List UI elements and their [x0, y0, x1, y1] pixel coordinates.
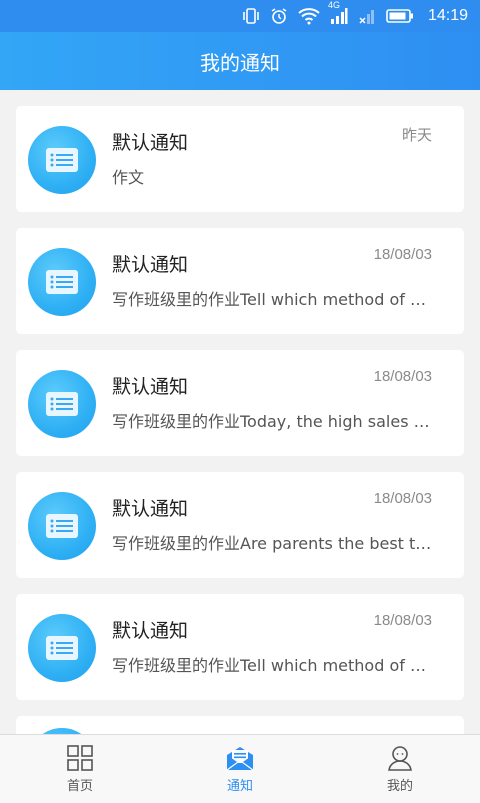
notification-time: 18/08/03: [373, 490, 432, 507]
notification-icon: [28, 126, 96, 194]
nav-mine[interactable]: 我的: [320, 735, 480, 803]
notification-title: 默认通知: [112, 376, 189, 398]
notification-item[interactable]: 默认通知 昨天 作文: [16, 106, 464, 212]
nav-mine-label: 我的: [386, 779, 413, 794]
notification-time: 18/08/03: [373, 246, 432, 263]
alarm-icon: [270, 6, 288, 26]
notification-preview: 作文: [112, 168, 145, 187]
notification-title: 默认通知: [112, 498, 189, 520]
signal-x-icon: [358, 6, 376, 26]
battery-icon: [386, 6, 414, 26]
nav-home[interactable]: 首页: [0, 735, 160, 803]
notification-item[interactable]: 默认通知 18/08/03 写作班级里的作业Are parents the be…: [16, 472, 464, 578]
notification-preview: 写作班级里的作业Are parents the best t…: [112, 534, 432, 553]
notification-icon: [28, 614, 96, 682]
notification-title: 默认通知: [112, 132, 189, 154]
page-title: 我的通知: [200, 50, 280, 75]
notification-item[interactable]: 默认通知 18/08/03 写作班级里的作业Today, the high sa…: [16, 350, 464, 456]
notification-item[interactable]: 默认通知 18/08/03 写作班级里的作业Tell which method …: [16, 594, 464, 700]
mail-icon: [226, 747, 254, 771]
notification-preview: 写作班级里的作业Tell which method of …: [112, 656, 426, 675]
notification-item[interactable]: 默认通知 18/08/03 写作班级里的作业Tell which method …: [16, 228, 464, 334]
nav-notifications-label: 通知: [226, 779, 253, 794]
user-icon: [388, 746, 412, 771]
wifi-icon: [298, 6, 320, 26]
notification-time: 18/08/03: [373, 612, 432, 629]
notification-icon: [28, 492, 96, 560]
bottom-nav: 首页 通知 我的: [0, 734, 480, 803]
notification-list[interactable]: 默认通知 昨天 作文 默认通知 18/08/03 写作班级里的作业Tell wh…: [16, 106, 464, 756]
notification-title: 默认通知: [112, 254, 189, 276]
nav-home-label: 首页: [66, 779, 93, 794]
grid-icon: [67, 745, 93, 771]
notification-icon: [28, 248, 96, 316]
notification-preview: 写作班级里的作业Today, the high sales …: [112, 412, 430, 431]
network-type-label: 4G: [327, 0, 340, 10]
signal-icon: 4G: [328, 0, 348, 26]
notification-title: 默认通知: [112, 620, 189, 642]
status-bar: 4G 14:19: [0, 0, 480, 32]
status-time: 14:19: [427, 7, 468, 24]
nav-notifications[interactable]: 通知: [160, 735, 320, 803]
notification-icon: [28, 370, 96, 438]
notification-time: 18/08/03: [373, 368, 432, 385]
notification-time: 昨天: [401, 127, 432, 144]
notification-preview: 写作班级里的作业Tell which method of …: [112, 290, 426, 309]
vibrate-icon: [242, 6, 260, 26]
page-header: 我的通知: [0, 32, 480, 90]
